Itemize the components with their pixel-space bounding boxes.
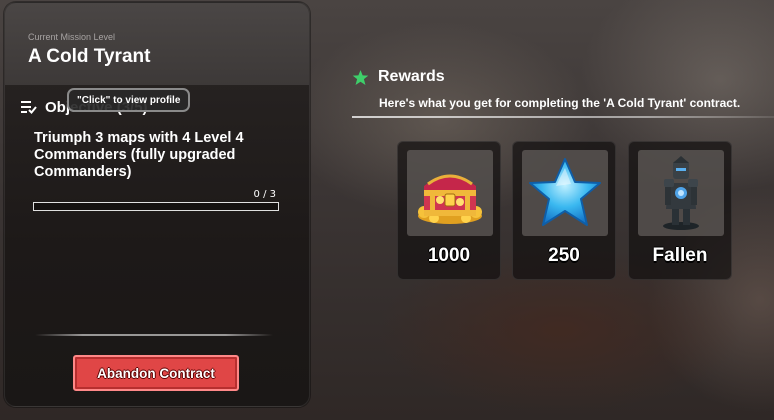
reward-card-fallen[interactable]: Fallen xyxy=(628,141,732,280)
reward-image xyxy=(638,150,724,236)
reward-value: 250 xyxy=(548,245,580,266)
reward-card-coins[interactable]: 1000 xyxy=(397,141,501,280)
reward-card-stars[interactable]: 250 xyxy=(512,141,616,280)
reward-image xyxy=(407,150,493,236)
blue-star-icon xyxy=(529,158,601,226)
profile-tooltip: "Click" to view profile xyxy=(67,88,191,112)
progress-count: 0 / 3 xyxy=(253,189,276,200)
rewards-title: Rewards xyxy=(378,68,445,85)
treasure-chest-icon xyxy=(418,174,482,224)
mission-header: Current Mission Level A Cold Tyrant xyxy=(5,3,309,85)
mission-subtitle: Current Mission Level xyxy=(28,32,116,42)
card-divider xyxy=(35,334,273,336)
rewards-description: Here's what you get for completing the '… xyxy=(379,96,741,110)
reward-value: 1000 xyxy=(427,245,471,266)
rewards-header: Rewards Here's what you get for completi… xyxy=(352,66,772,110)
progress-bar xyxy=(33,202,279,211)
mission-title: A Cold Tyrant xyxy=(28,46,151,67)
rewards-divider xyxy=(352,116,774,118)
mission-card: Current Mission Level A Cold Tyrant Obje… xyxy=(4,2,310,407)
objective-description: Triumph 3 maps with 4 Level 4 Commanders… xyxy=(34,130,244,180)
abandon-contract-button[interactable]: Abandon Contract xyxy=(73,355,239,391)
reward-value: Fallen xyxy=(652,245,708,266)
reward-image xyxy=(522,150,608,236)
checklist-icon xyxy=(21,101,37,114)
fallen-figure-icon xyxy=(663,156,699,230)
star-icon xyxy=(352,69,369,85)
